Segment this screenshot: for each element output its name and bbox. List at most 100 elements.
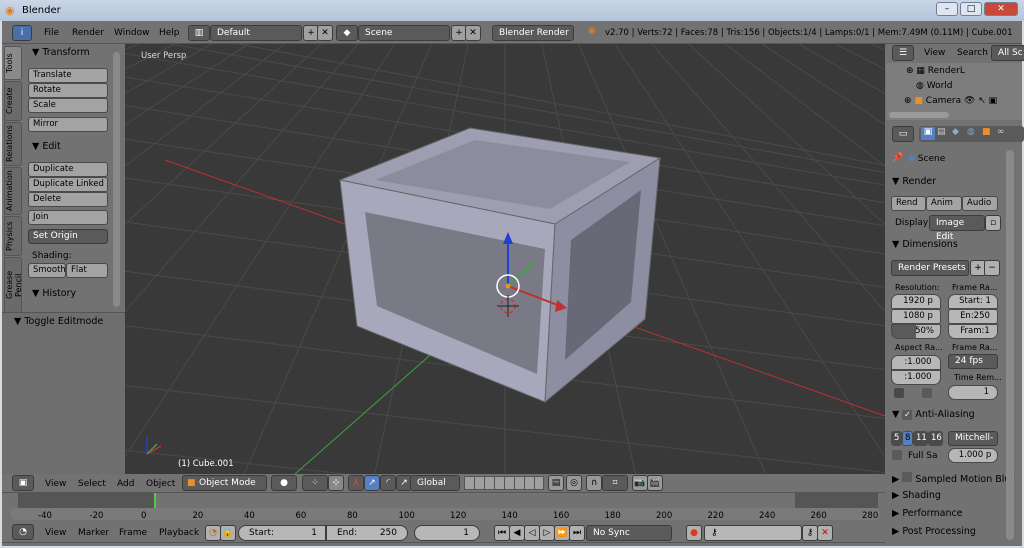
outliner-menu-search[interactable]: Search (957, 48, 988, 58)
render-image-icon[interactable]: 📷 (632, 475, 648, 491)
scene-tab-icon[interactable]: ◆ (952, 127, 959, 137)
remove-scene-icon[interactable]: ✕ (465, 25, 481, 41)
play-reverse-icon[interactable]: ◁ (524, 525, 540, 541)
aa-samples-8[interactable]: 8 (902, 431, 913, 446)
proportional-edit-icon[interactable]: ◎ (566, 475, 582, 491)
smooth-button[interactable]: Smooth (28, 263, 66, 278)
outliner-filter-select[interactable]: All Sc (991, 45, 1024, 61)
menu-marker[interactable]: Marker (78, 528, 109, 538)
tab-grease-pencil[interactable]: Grease Pencil (4, 257, 23, 313)
3d-view-editor-icon[interactable]: ▣ (12, 475, 34, 491)
tab-tools[interactable]: Tools (4, 46, 22, 80)
edit-panel-header[interactable]: ▼ Edit (32, 141, 61, 152)
fps-select[interactable]: 24 fps (948, 354, 998, 369)
jump-end-icon[interactable]: ⏭ (569, 525, 585, 541)
scene-select[interactable]: Scene (358, 25, 450, 41)
aspect-x-field[interactable]: :1.000 (891, 355, 941, 370)
viewport-shading-icon[interactable]: ● (271, 475, 297, 491)
outliner-item-render-layers[interactable]: ⊕ ▦ RenderL (906, 66, 965, 76)
pin-icon[interactable]: 📌 (892, 153, 903, 163)
current-frame-field[interactable]: 1 (414, 525, 480, 541)
outliner-scrollbar[interactable] (889, 112, 949, 118)
snap-icon[interactable]: ∩ (586, 475, 602, 491)
resolution-y-field[interactable]: 1080 p (891, 309, 941, 324)
tab-physics[interactable]: Physics (4, 216, 22, 256)
dimensions-panel-header[interactable]: ▼ Dimensions (892, 239, 958, 250)
resolution-percentage-slider[interactable]: 50% (891, 324, 941, 339)
keying-set-field[interactable]: ⚷ (704, 525, 802, 541)
outliner-item-camera[interactable]: ⊕ ■ Camera 👁 ↖ ▣ (904, 96, 997, 106)
render-button[interactable]: Rend (891, 196, 926, 211)
menu-object[interactable]: Object (146, 479, 175, 489)
anti-aliasing-checkbox[interactable]: ✓ (902, 410, 913, 420)
render-presets-select[interactable]: Render Presets (891, 260, 969, 276)
render-layers-tab-icon[interactable]: ▤ (937, 127, 946, 137)
full-sample-checkbox[interactable] (892, 450, 902, 460)
end-frame-field[interactable]: End: 250 (326, 525, 408, 541)
motion-blur-panel-header[interactable]: ▶ Sampled Motion Blur (892, 472, 1014, 485)
lock-interface-icon[interactable]: ▫ (985, 215, 1001, 231)
duplicate-linked-button[interactable]: Duplicate Linked (28, 177, 108, 192)
render-tab-icon[interactable]: ▣ (921, 127, 935, 140)
object-tab-icon[interactable]: ■ (982, 127, 991, 137)
lock-layers-icon[interactable]: ▤ (548, 475, 564, 491)
3d-viewport[interactable]: User Persp (1) Cube.001 (125, 44, 885, 474)
orientation-select[interactable]: Global (410, 475, 460, 491)
aa-samples-11[interactable]: 11 (913, 431, 928, 446)
translate-button[interactable]: Translate (28, 68, 108, 83)
timeline-editor-icon[interactable]: ◔ (12, 524, 34, 540)
manipulator-axes-icon[interactable]: ⅄ (348, 475, 364, 491)
properties-scrollbar[interactable] (1006, 150, 1014, 540)
tool-shelf-scrollbar[interactable] (113, 52, 120, 307)
menu-view[interactable]: View (45, 479, 66, 489)
render-engine-select[interactable]: Blender Render (492, 25, 574, 41)
next-keyframe-icon[interactable]: ⏩ (554, 525, 570, 541)
tab-create[interactable]: Create (4, 81, 22, 121)
snap-element-icon[interactable]: ⌗ (602, 475, 628, 491)
frame-start-field[interactable]: Start: 1 (948, 294, 998, 309)
render-animation-icon[interactable]: 🎬 (647, 475, 663, 491)
delete-keyframe-icon[interactable]: ✕ (817, 525, 833, 541)
info-editor-icon[interactable]: i (12, 25, 32, 41)
constraints-tab-icon[interactable]: ∞ (997, 127, 1005, 137)
shading-panel-header[interactable]: ▶ Shading (892, 490, 941, 501)
mode-select[interactable]: ■ Object Mode (182, 475, 267, 491)
play-icon[interactable]: ▷ (539, 525, 555, 541)
set-origin-select[interactable]: Set Origin (28, 229, 108, 244)
aa-samples-16[interactable]: 16 (928, 431, 943, 446)
rotate-button[interactable]: Rotate (28, 83, 108, 98)
delete-button[interactable]: Delete (28, 192, 108, 207)
menu-view[interactable]: View (45, 528, 66, 538)
aa-filter-select[interactable]: Mitchell- (948, 431, 998, 446)
sync-select[interactable]: No Sync (586, 525, 672, 541)
translate-manipulator-icon[interactable]: ↗ (364, 475, 380, 491)
render-panel-header[interactable]: ▼ Render (892, 176, 936, 187)
border-checkbox[interactable] (922, 388, 932, 398)
history-panel-header[interactable]: ▼ History (32, 288, 76, 299)
menu-add[interactable]: Add (117, 479, 134, 489)
remove-layout-icon[interactable]: ✕ (317, 25, 333, 41)
motion-blur-checkbox[interactable] (902, 472, 913, 482)
jump-start-icon[interactable]: ⏮ (494, 525, 510, 541)
insert-keyframe-icon[interactable]: ⚷ (802, 525, 818, 541)
menu-window[interactable]: Window (114, 28, 150, 38)
menu-playback[interactable]: Playback (159, 528, 199, 538)
toggle-editmode-header[interactable]: ▼ Toggle Editmode (14, 316, 103, 327)
record-icon[interactable]: ● (686, 525, 702, 541)
post-processing-panel-header[interactable]: ▶ Post Processing (892, 526, 976, 537)
scene-icon[interactable]: ◆ (336, 25, 358, 41)
tab-animation[interactable]: Animation (4, 167, 22, 215)
layout-select[interactable]: Default (210, 25, 302, 41)
minimize-button[interactable]: – (936, 2, 958, 16)
menu-file[interactable]: File (44, 28, 59, 38)
menu-select[interactable]: Select (78, 479, 106, 489)
current-frame-marker[interactable] (154, 493, 156, 508)
aa-samples-5[interactable]: 5 (891, 431, 902, 446)
filter-size-field[interactable]: 1.000 p (948, 448, 998, 463)
mirror-button[interactable]: Mirror (28, 117, 108, 132)
scale-button[interactable]: Scale (28, 98, 108, 113)
render-audio-button[interactable]: Audio (962, 196, 998, 211)
tab-relations[interactable]: Relations (4, 122, 22, 166)
render-animation-button[interactable]: Anim (926, 196, 962, 211)
close-button[interactable]: ✕ (984, 2, 1018, 16)
